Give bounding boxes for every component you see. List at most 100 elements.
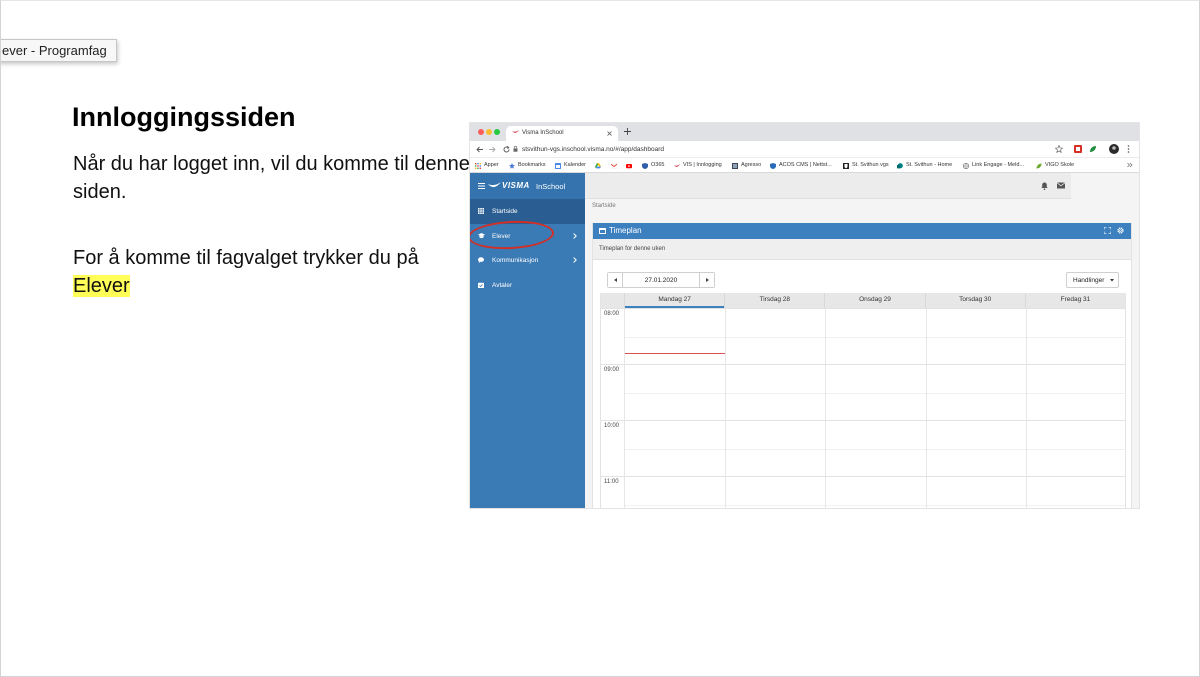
day-column-tuesday[interactable] [724, 308, 826, 508]
bookmark-star-icon[interactable] [1055, 145, 1063, 153]
calendar-icon [555, 162, 561, 169]
current-time-line [625, 352, 725, 355]
bookmark-st-svithun-vgs[interactable]: St. Svithun vgs [843, 161, 889, 170]
bookmark-o365[interactable]: O365 [642, 161, 664, 170]
bookmark-label: Link Engage - Meld... [972, 162, 1024, 168]
school-crest-icon [843, 162, 849, 169]
shield-icon [642, 162, 648, 169]
expand-icon[interactable] [1104, 227, 1111, 234]
visma-icon [674, 163, 680, 167]
more-bookmarks-chevron-icon[interactable] [1127, 162, 1133, 168]
bookmarks-bar: Apper Bookmarks Kalender O365 VIS | Innl… [470, 158, 1139, 173]
gmail-icon [611, 163, 617, 169]
time-label: 11:00 [604, 479, 619, 485]
lock-icon [513, 146, 518, 152]
bookmark-vis-innlogging[interactable]: VIS | Innlogging [674, 161, 722, 170]
calendar-icon [599, 228, 606, 234]
browser-tab-bar: Visma InSchool [470, 123, 1139, 141]
reload-icon[interactable] [503, 146, 510, 153]
timetable-subtitle: Timeplan for denne uken [599, 246, 666, 252]
bookmark-acos-cms[interactable]: ACOS CMS | Nettst... [770, 161, 832, 170]
bookmark-label: Kalender [564, 162, 587, 168]
bookmark-bookmarks[interactable]: Bookmarks [509, 161, 546, 170]
date-field[interactable]: 27.01.2020 [623, 276, 699, 285]
star-icon [509, 162, 515, 169]
address-bar[interactable]: stsvithun-vgs.inschool.visma.no/#/app/da… [511, 143, 1051, 156]
bookmark-label: Apper [484, 162, 499, 168]
sidebar-header: VISMA InSchool [470, 173, 585, 199]
hamburger-menu-icon[interactable] [478, 183, 485, 189]
shield-icon [770, 162, 776, 169]
day-header-friday[interactable]: Fredag 31 [1024, 293, 1125, 308]
breadcrumb: Startside [592, 203, 616, 209]
visma-favicon-icon [512, 130, 519, 133]
caret-left-icon [613, 278, 617, 282]
time-label: 10:00 [604, 423, 620, 429]
bell-icon[interactable] [1041, 182, 1048, 190]
minimize-window-button[interactable] [486, 129, 492, 135]
bookmark-gmail[interactable] [611, 161, 617, 170]
extension-green-icon[interactable] [1089, 145, 1097, 153]
sidebar-item-label: Avtaler [492, 281, 513, 289]
top-bar [585, 173, 1071, 199]
close-tab-icon[interactable] [607, 131, 612, 136]
forward-arrow-icon[interactable] [489, 146, 496, 153]
globe-icon [963, 162, 969, 169]
browser-tab-title: Visma InSchool [522, 130, 564, 136]
time-label: 09:00 [604, 367, 620, 373]
extension-red-icon[interactable] [1074, 145, 1082, 153]
new-tab-icon[interactable] [624, 128, 631, 135]
youtube-icon [626, 163, 632, 168]
bookmark-youtube[interactable] [626, 161, 632, 170]
envelope-icon[interactable] [1057, 182, 1065, 189]
slide: ever - Programfag Innloggingssiden Når d… [0, 0, 1200, 677]
bookmark-apper[interactable]: Apper [475, 161, 499, 170]
back-arrow-icon[interactable] [476, 146, 483, 153]
sidebar-item-kommunikasjon[interactable]: Kommunikasjon [470, 248, 585, 273]
gear-icon[interactable] [1117, 227, 1124, 234]
previous-week-button[interactable] [608, 273, 623, 287]
day-header-monday[interactable]: Mandag 27 [624, 293, 724, 308]
sharepoint-icon [897, 162, 903, 168]
profile-avatar-icon[interactable] [1109, 144, 1119, 154]
day-column-thursday[interactable] [925, 308, 1027, 508]
day-header-thursday[interactable]: Torsdag 30 [924, 293, 1025, 308]
calendar-check-icon [478, 282, 484, 288]
drive-icon [595, 162, 601, 168]
browser-menu-icon[interactable] [1127, 145, 1130, 153]
highlighted-elever-text: Elever [73, 275, 130, 297]
chevron-right-icon [573, 257, 577, 264]
apps-grid-icon [475, 162, 481, 169]
sidebar-item-avtaler[interactable]: Avtaler [470, 273, 585, 298]
main-content: Startside Timeplan Timeplan for denne uk… [585, 173, 1139, 508]
bookmark-label: VIGO Skole [1045, 162, 1075, 168]
slide-paragraph-logged-in: Når du har logget inn, vil du komme til … [73, 153, 470, 203]
day-column-monday[interactable] [624, 308, 725, 508]
bookmark-agresso[interactable]: Agresso [732, 161, 761, 170]
calendar-header-row: Mandag 27 Tirsdag 28 Onsdag 29 Torsdag 3… [601, 293, 1125, 308]
bookmark-vigo-skole[interactable]: VIGO Skole [1036, 161, 1074, 170]
chat-bubble-icon [478, 257, 484, 264]
browser-tab[interactable]: Visma InSchool [506, 126, 618, 141]
timetable-subheader: Timeplan for denne uken [593, 239, 1131, 260]
day-column-friday[interactable] [1026, 308, 1125, 508]
maximize-window-button[interactable] [494, 129, 500, 135]
date-navigator: 27.01.2020 [607, 272, 715, 288]
timetable-panel: Timeplan Timeplan for denne uken 27.01.2… [592, 223, 1132, 508]
handlinger-dropdown-button[interactable]: Handlinger [1066, 272, 1119, 288]
bookmark-kalender[interactable]: Kalender [555, 161, 586, 170]
visma-swoosh-icon [488, 182, 501, 188]
day-header-wednesday[interactable]: Onsdag 29 [824, 293, 924, 308]
sidebar-item-startside[interactable]: Startside [470, 199, 585, 224]
close-window-button[interactable] [478, 129, 484, 135]
day-header-tuesday[interactable]: Tirsdag 28 [724, 293, 824, 308]
next-week-button[interactable] [699, 273, 714, 287]
bookmark-label: St. Svithun vgs [852, 162, 889, 168]
day-column-wednesday[interactable] [825, 308, 926, 508]
slide-title: Innloggingssiden [72, 102, 296, 132]
sidebar-item-label: Startside [492, 208, 518, 215]
bookmark-label: O365 [651, 162, 665, 168]
bookmark-st-svithun-home[interactable]: St. Svithun - Home [897, 161, 952, 170]
bookmark-link-engage[interactable]: Link Engage - Meld... [963, 161, 1024, 170]
bookmark-drive[interactable] [595, 161, 601, 170]
